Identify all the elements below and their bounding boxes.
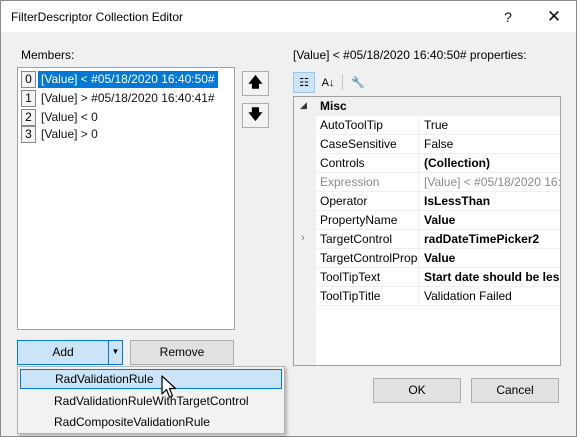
- property-row-tooltiptext[interactable]: ToolTipText Start date should be less: [316, 268, 560, 287]
- member-item-2[interactable]: 2 [Value] < 0: [20, 109, 234, 126]
- category-name: Misc: [320, 99, 347, 113]
- property-row-targetcontrolproperty[interactable]: TargetControlPrope Value: [316, 249, 560, 268]
- property-value[interactable]: (Collection): [420, 154, 560, 173]
- member-index: 3: [21, 126, 36, 143]
- add-dropdown-toggle[interactable]: ▼: [108, 341, 122, 364]
- add-split-button[interactable]: Add ▼: [17, 340, 123, 365]
- help-icon: ?: [504, 8, 512, 25]
- categorized-button[interactable]: ☷: [293, 72, 315, 93]
- move-down-button[interactable]: 🡇: [242, 103, 269, 128]
- property-row-operator[interactable]: Operator IsLessThan: [316, 192, 560, 211]
- property-name: TargetControl: [316, 230, 419, 249]
- cancel-button[interactable]: Cancel: [471, 378, 559, 403]
- property-name: Expression: [316, 173, 419, 192]
- member-text: [Value] < 0: [41, 110, 98, 124]
- property-name: Operator: [316, 192, 419, 211]
- property-row-expression[interactable]: Expression [Value] < #05/18/2020 16:4: [316, 173, 561, 192]
- property-row-propertyname[interactable]: PropertyName Value: [316, 211, 560, 230]
- property-name: ToolTipText: [316, 268, 419, 287]
- property-row-autotooltip[interactable]: AutoToolTip True: [316, 116, 560, 135]
- member-index: 2: [21, 109, 36, 126]
- close-icon: ✕: [546, 6, 562, 26]
- alphabetical-button[interactable]: A↓: [317, 72, 339, 93]
- member-text: [Value] > #05/18/2020 16:40:41#: [41, 91, 215, 105]
- property-grid-toolbar: ☷ A↓ 🔧: [293, 71, 413, 93]
- property-value[interactable]: radDateTimePicker2: [420, 230, 560, 249]
- arrow-up-icon: 🡅: [248, 73, 263, 90]
- mouse-cursor-icon: [161, 375, 177, 398]
- member-index: 1: [21, 90, 36, 107]
- menu-item-radcompositevalidationrule[interactable]: RadCompositeValidationRule: [20, 412, 282, 432]
- property-value[interactable]: Value: [420, 249, 560, 268]
- property-name: TargetControlPrope: [316, 249, 419, 268]
- property-value[interactable]: Validation Failed: [420, 287, 560, 306]
- help-button[interactable]: ?: [485, 1, 531, 32]
- collection-editor-window: FilterDescriptor Collection Editor ? ✕ M…: [0, 0, 577, 437]
- category-misc[interactable]: ◢ Misc: [294, 97, 560, 116]
- title-bar: FilterDescriptor Collection Editor ? ✕: [1, 1, 576, 32]
- property-row-targetcontrol[interactable]: TargetControl radDateTimePicker2: [316, 230, 560, 249]
- property-value[interactable]: False: [420, 135, 560, 154]
- property-name: Controls: [316, 154, 419, 173]
- property-value: [Value] < #05/18/2020 16:4: [424, 175, 561, 189]
- ok-button[interactable]: OK: [373, 378, 461, 403]
- members-list[interactable]: 0 [Value] < #05/18/2020 16:40:50# 1 [Val…: [17, 67, 235, 330]
- menu-item-radvalidationrule[interactable]: RadValidationRule: [20, 369, 282, 389]
- property-value[interactable]: IsLessThan: [420, 192, 560, 211]
- member-item-3[interactable]: 3 [Value] > 0: [20, 126, 234, 143]
- toolbar-separator: [342, 74, 343, 90]
- add-type-menu: RadValidationRule RadValidationRuleWithT…: [17, 366, 285, 434]
- remove-button[interactable]: Remove: [130, 340, 234, 365]
- menu-item-radvalidationrulewithtargetcontrol[interactable]: RadValidationRuleWithTargetControl: [20, 391, 282, 411]
- property-name: CaseSensitive: [316, 135, 419, 154]
- close-button[interactable]: ✕: [531, 1, 577, 32]
- categorized-icon: ☷: [299, 77, 309, 89]
- wrench-icon: 🔧: [351, 77, 365, 89]
- expand-icon[interactable]: ›: [301, 232, 305, 244]
- move-up-button[interactable]: 🡅: [242, 71, 269, 96]
- grid-margin: [294, 97, 316, 365]
- add-button[interactable]: Add: [18, 341, 108, 364]
- property-name: ToolTipTitle: [316, 287, 419, 306]
- properties-label: [Value] < #05/18/2020 16:40:50# properti…: [293, 48, 527, 62]
- property-row-controls[interactable]: Controls (Collection): [316, 154, 560, 173]
- property-pages-button[interactable]: 🔧: [347, 72, 369, 93]
- members-label: Members:: [21, 48, 75, 62]
- member-item-0[interactable]: 0 [Value] < #05/18/2020 16:40:50#: [20, 71, 234, 88]
- property-name: PropertyName: [316, 211, 419, 230]
- member-item-1[interactable]: 1 [Value] > #05/18/2020 16:40:41#: [20, 90, 234, 107]
- property-row-casesensitive[interactable]: CaseSensitive False: [316, 135, 560, 154]
- collapse-icon[interactable]: ◢: [300, 100, 307, 111]
- property-value[interactable]: Value: [420, 211, 560, 230]
- property-grid[interactable]: ◢ Misc AutoToolTip True CaseSensitive Fa…: [293, 96, 561, 366]
- property-value[interactable]: True: [420, 116, 560, 135]
- property-name: AutoToolTip: [316, 116, 419, 135]
- property-row-tooltiptitle[interactable]: ToolTipTitle Validation Failed: [316, 287, 560, 306]
- sort-alphabetical-icon: A↓: [321, 76, 335, 89]
- member-index: 0: [21, 71, 36, 88]
- arrow-down-icon: 🡇: [248, 105, 263, 122]
- property-value[interactable]: Start date should be less: [420, 268, 560, 287]
- chevron-down-icon: ▼: [111, 347, 120, 356]
- member-text: [Value] < #05/18/2020 16:40:50#: [38, 71, 218, 88]
- window-title: FilterDescriptor Collection Editor: [11, 10, 184, 24]
- member-text: [Value] > 0: [41, 127, 98, 141]
